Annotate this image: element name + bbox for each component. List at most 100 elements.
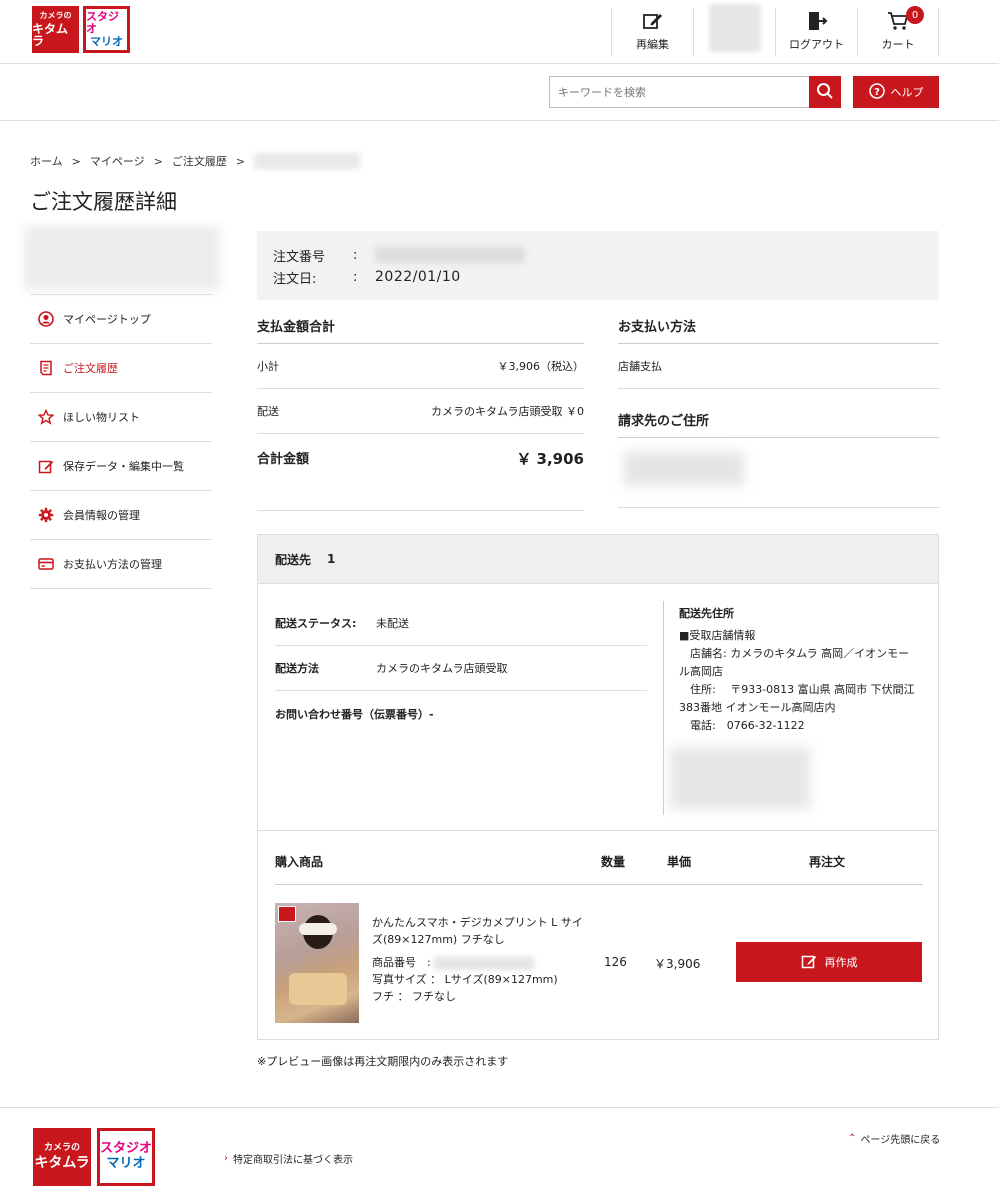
search-bar-row: ? ヘルプ	[0, 64, 999, 121]
order-history-icon	[38, 360, 54, 376]
mario-logo-line1: スタジオ	[100, 1141, 153, 1157]
back-to-top-label: ページ先頭に戻る	[860, 1135, 941, 1146]
site-footer: カメラの キタムラ スタジオ マリオ › 特定商取引法に基づく表示 ⌃ ページ先…	[0, 1107, 999, 1200]
cart-count-badge: 0	[906, 6, 924, 24]
sidebar-item-order-history[interactable]: ご注文履歴	[30, 344, 212, 393]
kitamura-logo-small: カメラの	[43, 1143, 80, 1153]
delivery-method-row: 配送方法 カメラのキタムラ店頭受取	[275, 646, 647, 691]
kitamura-logo-small: カメラの	[39, 11, 72, 20]
col-quantity: 数量	[601, 855, 626, 869]
mario-logo-line2: マリオ	[90, 34, 123, 48]
back-to-top-link[interactable]: ⌃ ページ先頭に戻る	[848, 1131, 940, 1146]
help-icon: ?	[868, 82, 885, 102]
help-label: ヘルプ	[890, 86, 924, 99]
delivery-method-label: 配送方法	[275, 662, 319, 675]
subtotal-value: ￥3,906（税込）	[497, 360, 585, 373]
grand-total-label: 合計金額	[257, 452, 310, 467]
billing-address-redacted	[618, 438, 939, 508]
payment-method-title: お支払い方法	[618, 308, 939, 344]
product-unit-price: ￥3,906	[654, 957, 701, 971]
mario-logo-line2: マリオ	[106, 1156, 146, 1171]
footer-logos[interactable]: カメラの キタムラ スタジオ マリオ	[33, 1128, 155, 1186]
tracking-number-label: お問い合わせ番号（伝票番号）-	[275, 707, 434, 721]
sidebar-menu: マイページトップ ご注文履歴 ほしい物リスト 保存データ・編集中一覧 会員情報の…	[30, 294, 212, 589]
grand-total-row: 合計金額 ￥ 3,906	[257, 434, 584, 511]
search-input[interactable]	[549, 76, 810, 108]
sidebar-item-wishlist[interactable]: ほしい物リスト	[30, 393, 212, 442]
sidebar-item-label: 会員情報の管理	[63, 509, 140, 522]
breadcrumb-order-history[interactable]: ご注文履歴	[172, 153, 227, 169]
kitamura-logo[interactable]: カメラの キタムラ	[32, 6, 79, 53]
edit-icon	[642, 10, 664, 32]
chevron-up-icon: ⌃	[848, 1133, 857, 1144]
gear-icon	[38, 507, 54, 523]
user-icon	[38, 311, 54, 327]
search-button[interactable]	[809, 76, 841, 108]
delivery-details: 配送ステータス: 未配送 配送方法 カメラのキタムラ店頭受取 お問い合わせ番号（…	[275, 601, 647, 736]
product-name: かんたんスマホ・デジカメプリント L サイズ(89×127mm) フチなし	[372, 916, 583, 946]
delivery-status-value: 未配送	[376, 617, 409, 630]
subtotal-label: 小計	[257, 360, 279, 373]
sidebar-item-label: ご注文履歴	[63, 362, 118, 375]
legal-notice-link[interactable]: › 特定商取引法に基づく表示	[224, 1151, 353, 1166]
logout-label: ログアウト	[789, 38, 844, 51]
search-icon	[816, 82, 834, 103]
address-line: 店舗名: カメラのキタムラ 高岡／イオンモー	[679, 647, 910, 660]
col-product: 購入商品	[275, 855, 324, 869]
address-line: 電話: 0766-32-1122	[679, 719, 805, 732]
order-date-label: 注文日:	[273, 271, 317, 287]
svg-text:?: ?	[874, 87, 880, 98]
reedit-label: 再編集	[636, 38, 669, 51]
page-title: ご注文履歴詳細	[30, 190, 177, 214]
product-quantity: 126	[604, 955, 627, 969]
kitamura-logo[interactable]: カメラの キタムラ	[33, 1128, 91, 1186]
col-unit-price: 単価	[667, 855, 692, 869]
recipient-info-redacted	[670, 747, 810, 809]
header-logos[interactable]: カメラの キタムラ スタジオ マリオ	[32, 6, 130, 53]
address-line: 383番地 イオンモール高岡店内	[679, 701, 836, 714]
products-table-header: 購入商品 数量 単価 再注文	[275, 847, 923, 885]
cart-button[interactable]: カート 0	[857, 6, 939, 56]
product-code-label: 商品番号 :	[372, 956, 431, 969]
chevron-right-icon: ›	[224, 1153, 228, 1164]
order-date-colon: :	[353, 269, 358, 285]
delivery-header-number: 1	[327, 552, 336, 566]
reedit-button[interactable]: 再編集	[611, 8, 693, 56]
product-size: 写真サイズ ： Lサイズ(89×127mm)	[372, 973, 558, 986]
site-header: カメラの キタムラ スタジオ マリオ 再編集 ログアウト カート 0	[0, 0, 999, 64]
order-number-colon: :	[353, 247, 358, 263]
edit-icon	[801, 953, 817, 972]
header-nav: 再編集 ログアウト カート 0	[611, 4, 939, 56]
order-summary-header: 注文番号 : 注文日: : 2022/01/10	[257, 231, 939, 300]
cart-label: カート	[881, 38, 915, 51]
product-thumbnail[interactable]	[275, 903, 359, 1023]
star-icon	[38, 409, 54, 425]
studio-mario-logo[interactable]: スタジオ マリオ	[97, 1128, 155, 1186]
breadcrumb-separator: >	[71, 154, 81, 168]
image-badge-icon	[278, 906, 296, 922]
sidebar-item-saved-data[interactable]: 保存データ・編集中一覧	[30, 442, 212, 491]
breadcrumb-separator: >	[235, 154, 246, 168]
studio-mario-logo[interactable]: スタジオ マリオ	[83, 6, 130, 53]
sidebar-item-mypage-top[interactable]: マイページトップ	[30, 295, 212, 344]
delivery-method-value: カメラのキタムラ店頭受取	[376, 662, 508, 675]
breadcrumb-home[interactable]: ホーム	[30, 153, 63, 169]
order-date-value: 2022/01/10	[375, 269, 461, 285]
sidebar-item-label: ほしい物リスト	[63, 411, 140, 424]
product-code-redacted	[434, 956, 535, 970]
subtotal-row: 小計 ￥3,906（税込）	[257, 344, 584, 389]
logout-button[interactable]: ログアウト	[775, 8, 857, 56]
remake-label: 再作成	[824, 956, 858, 969]
sidebar-item-label: お支払い方法の管理	[63, 558, 162, 571]
breadcrumb-mypage[interactable]: マイページ	[90, 153, 145, 169]
sidebar-item-label: マイページトップ	[63, 313, 151, 326]
help-button[interactable]: ? ヘルプ	[853, 76, 939, 108]
sidebar-item-member-info[interactable]: 会員情報の管理	[30, 491, 212, 540]
sidebar-item-payment-methods[interactable]: お支払い方法の管理	[30, 540, 212, 589]
user-account-button[interactable]	[693, 4, 775, 56]
order-number-label: 注文番号	[273, 249, 326, 265]
payment-total-section: 支払金額合計 小計 ￥3,906（税込） 配送 カメラのキタムラ店頭受取 ￥0 …	[257, 308, 584, 511]
address-line: 住所: 〒933-0813 富山県 高岡市 下伏間江	[679, 683, 915, 696]
remake-button[interactable]: 再作成	[736, 942, 922, 982]
address-line: ル高岡店	[679, 665, 723, 678]
